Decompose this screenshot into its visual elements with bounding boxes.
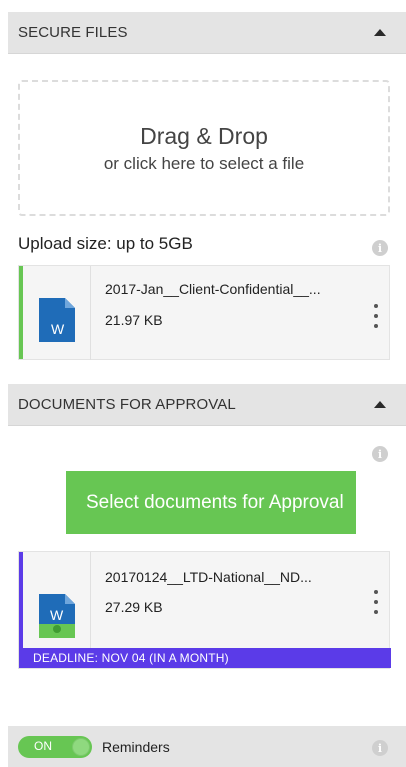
- file-name: 20170124__LTD-National__ND...: [105, 569, 312, 585]
- approval-header[interactable]: DOCUMENTS FOR APPROVAL: [8, 384, 406, 426]
- file-size: 21.97 KB: [105, 312, 163, 328]
- secure-file-card[interactable]: W 2017-Jan__Client-Confidential__... 21.…: [18, 265, 390, 360]
- more-options-icon[interactable]: [371, 590, 381, 614]
- svg-text:W: W: [51, 321, 65, 337]
- file-dropzone[interactable]: Drag & Drop or click here to select a fi…: [18, 80, 390, 216]
- info-icon[interactable]: i: [372, 240, 388, 256]
- file-icon-column: W: [23, 266, 91, 360]
- dropzone-subtitle: or click here to select a file: [103, 153, 305, 173]
- deadline-banner: DEADLINE: NOV 04 (IN A MONTH): [19, 648, 391, 668]
- reminders-footer: ON Reminders: [8, 726, 406, 767]
- toggle-knob: [72, 737, 90, 756]
- file-name: 2017-Jan__Client-Confidential__...: [105, 281, 321, 297]
- secure-files-header[interactable]: SECURE FILES: [8, 12, 406, 54]
- select-approval-documents-button[interactable]: Select documents for Approval: [66, 471, 356, 534]
- dropzone-title: Drag & Drop: [140, 122, 268, 149]
- approval-title: DOCUMENTS FOR APPROVAL: [18, 396, 236, 413]
- reminders-toggle[interactable]: ON: [18, 735, 92, 758]
- word-document-approval-icon: W: [38, 594, 75, 638]
- approval-file-card[interactable]: W 20170124__LTD-National__ND... 27.29 KB…: [18, 551, 391, 669]
- upload-size-label: Upload size: up to 5GB: [18, 234, 193, 253]
- toggle-on-label: ON: [34, 738, 52, 753]
- file-size: 27.29 KB: [105, 599, 163, 615]
- info-icon[interactable]: i: [372, 740, 388, 756]
- collapse-caret-icon[interactable]: [374, 401, 386, 408]
- file-icon-column: W: [23, 552, 91, 650]
- secure-files-title: SECURE FILES: [18, 24, 128, 41]
- more-options-icon[interactable]: [371, 304, 381, 328]
- collapse-caret-icon[interactable]: [374, 29, 386, 36]
- reminders-label: Reminders: [102, 738, 170, 755]
- svg-text:W: W: [50, 607, 64, 623]
- info-icon[interactable]: i: [372, 446, 388, 462]
- word-document-icon: W: [38, 298, 75, 342]
